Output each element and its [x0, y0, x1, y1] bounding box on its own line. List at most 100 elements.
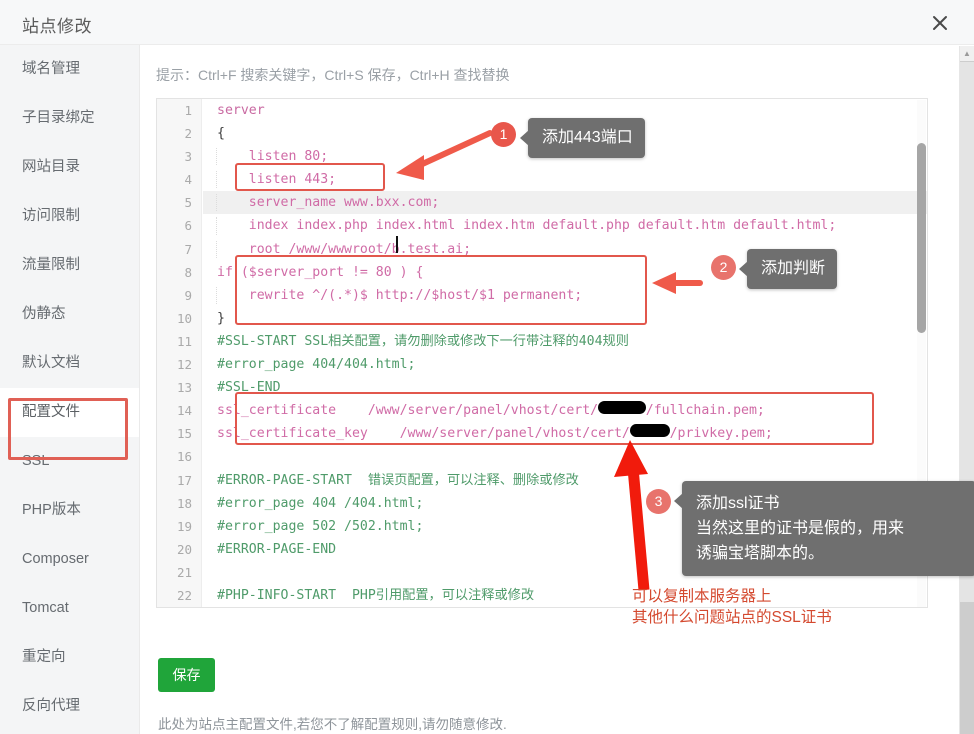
code-token: #error_page 404/404.html; [217, 357, 416, 373]
line-number: 16 [176, 449, 192, 465]
sidebar-item-label: 配置文件 [22, 404, 80, 420]
sidebar-item-label: SSL [22, 453, 50, 469]
sidebar-item-rewrite[interactable]: 伪静态 [0, 290, 139, 339]
code-token: server [217, 103, 265, 118]
sidebar[interactable]: 域名管理 子目录绑定 网站目录 访问限制 流量限制 伪静态 默认文档 配置文件 … [0, 45, 140, 734]
sidebar-item-domain[interactable]: 域名管理 [0, 45, 139, 94]
code-token: { [217, 126, 225, 142]
sidebar-item-traffic[interactable]: 流量限制 [0, 241, 139, 290]
line-number: 13 [176, 380, 192, 396]
sidebar-item-label: 重定向 [22, 649, 66, 665]
line-number: 19 [176, 518, 192, 534]
code-token: #error_page 404 /404.html; [217, 495, 424, 511]
sidebar-item-label: 域名管理 [22, 61, 80, 77]
sidebar-item-label: 网站目录 [22, 159, 80, 175]
dialog-titlebar: 站点修改 [0, 0, 974, 45]
code-token: } [217, 310, 225, 326]
redacted-text [629, 424, 670, 438]
line-number: 21 [176, 564, 192, 580]
close-icon[interactable] [926, 9, 954, 37]
sidebar-item-label: 访问限制 [22, 208, 80, 224]
code-line[interactable]: #error_page 404/404.html; [203, 353, 927, 376]
line-number: 11 [176, 333, 192, 349]
code-token: root /www/wwwroot/b.test.ai; [217, 241, 472, 257]
sidebar-item-redirect[interactable]: 重定向 [0, 633, 139, 682]
code-token: #ERROR-PAGE-END [217, 541, 337, 557]
sidebar-item-access[interactable]: 访问限制 [0, 192, 139, 241]
sidebar-item-config-file[interactable]: 配置文件 [0, 388, 139, 437]
line-number: 22 [176, 587, 192, 603]
redacted-text [598, 401, 646, 415]
line-number: 4 [184, 172, 192, 188]
shortcut-hint: 提示：Ctrl+F 搜索关键字，Ctrl+S 保存，Ctrl+H 查找替换 [156, 67, 510, 83]
scroll-up-arrow-icon[interactable]: ▲ [960, 46, 974, 61]
code-line[interactable]: index index.php index.html index.htm def… [203, 214, 927, 237]
sidebar-item-tomcat[interactable]: Tomcat [0, 584, 139, 633]
code-token: #PHP-INFO-START PHP引用配置，可以注释或修改 [217, 587, 535, 603]
sidebar-item-default-doc[interactable]: 默认文档 [0, 339, 139, 388]
code-line[interactable]: root /www/wwwroot/b.test.ai; [203, 238, 927, 261]
code-line[interactable]: #SSL-END [203, 376, 927, 399]
sidebar-item-label: 子目录绑定 [22, 110, 95, 126]
code-line[interactable]: if ($server_port != 80 ) { [203, 261, 927, 284]
code-line[interactable]: #ERROR-PAGE-START 错误页配置，可以注释、删除或修改 [203, 469, 927, 492]
code-line[interactable]: #error_page 502 /502.html; [203, 515, 927, 538]
code-line[interactable]: listen 443; [203, 168, 927, 191]
line-number: 1 [184, 103, 192, 118]
sidebar-item-ssl[interactable]: SSL [0, 437, 139, 486]
sidebar-item-label: PHP版本 [22, 502, 81, 518]
sidebar-item-php-version[interactable]: PHP版本 [0, 486, 139, 535]
code-line[interactable]: listen 80; [203, 145, 927, 168]
code-token: listen 80; [217, 149, 329, 165]
sidebar-item-label: 反向代理 [22, 698, 80, 714]
line-number: 7 [184, 241, 192, 257]
line-number: 17 [176, 472, 192, 488]
code-token: server_name www.bxx.com; [217, 195, 440, 211]
code-token: if ($server_port != 80 ) { [217, 264, 424, 280]
line-number: 15 [176, 426, 192, 442]
code-line[interactable]: #SSL-START SSL相关配置，请勿删除或修改下一行带注释的404规则 [203, 330, 927, 353]
editor-scrollbar-thumb[interactable] [917, 143, 926, 333]
line-number: 6 [184, 218, 192, 234]
code-line[interactable]: #ERROR-PAGE-END [203, 538, 927, 561]
code-line[interactable]: { [203, 122, 927, 145]
code-token: #ERROR-PAGE-START 错误页配置，可以注释、删除或修改 [217, 472, 579, 488]
code-line[interactable]: ssl_certificate_key /www/server/panel/vh… [203, 422, 927, 445]
code-token: rewrite ^/(.*)$ http://$host/$1 permanen… [217, 287, 583, 303]
line-number: 12 [176, 357, 192, 373]
code-token: #error_page 502 /502.html; [217, 518, 424, 534]
sidebar-item-label: 默认文档 [22, 355, 80, 371]
code-token: ssl_certificate_key /www/server/panel/vh… [217, 424, 773, 442]
code-token: #SSL-START SSL相关配置，请勿删除或修改下一行带注释的404规则 [217, 333, 629, 349]
page-title: 站点修改 [22, 17, 92, 36]
sidebar-item-webdir[interactable]: 网站目录 [0, 143, 139, 192]
code-line[interactable]: server [203, 99, 927, 122]
save-button[interactable]: 保存 [158, 658, 215, 692]
code-line[interactable]: #PHP-INFO-START PHP引用配置，可以注释或修改 [203, 584, 927, 607]
page-scrollbar-thumb[interactable] [960, 62, 974, 602]
code-line[interactable]: } [203, 307, 927, 330]
code-line[interactable]: rewrite ^/(.*)$ http://$host/$1 permanen… [203, 284, 927, 307]
editor-code-area[interactable]: server { listen 80; listen 443; server_n… [203, 99, 927, 607]
code-token: #SSL-END [217, 380, 281, 396]
sidebar-item-reverse-proxy[interactable]: 反向代理 [0, 682, 139, 731]
sidebar-item-subdir[interactable]: 子目录绑定 [0, 94, 139, 143]
config-file-editor[interactable]: 1 2 3 4 5 6 7 8 9 10 11 12 13 14 15 16 1… [156, 98, 928, 608]
line-number: 2 [184, 126, 192, 142]
sidebar-item-label: Tomcat [22, 600, 69, 616]
code-line[interactable] [203, 561, 927, 584]
line-number: 14 [176, 403, 192, 419]
line-number: 9 [184, 287, 192, 303]
page-scrollbar-track[interactable]: ▲ [959, 46, 974, 734]
code-line[interactable]: server_name www.bxx.com; [203, 191, 927, 215]
line-number: 10 [176, 310, 192, 326]
code-token: ssl_certificate /www/server/panel/vhost/… [217, 401, 765, 419]
line-number: 18 [176, 495, 192, 511]
code-line[interactable]: ssl_certificate /www/server/panel/vhost/… [203, 399, 927, 422]
code-line[interactable]: #error_page 404 /404.html; [203, 492, 927, 515]
text-caret [396, 236, 398, 253]
line-number: 5 [184, 195, 192, 211]
sidebar-item-composer[interactable]: Composer [0, 535, 139, 584]
site-modify-dialog: 站点修改 域名管理 子目录绑定 网站目录 访问限制 流量限制 伪静态 默认文档 … [0, 0, 974, 734]
code-line[interactable] [203, 445, 927, 468]
